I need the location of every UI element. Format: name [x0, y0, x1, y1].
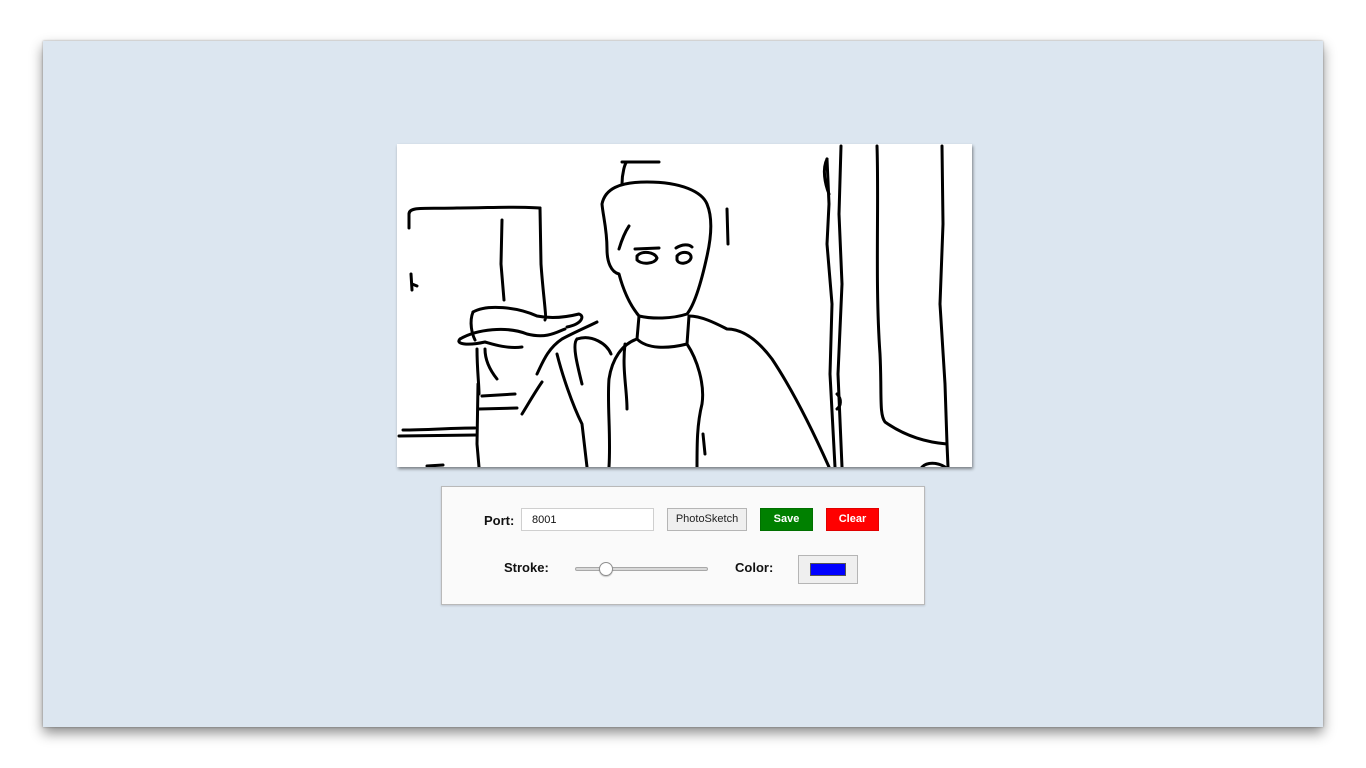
port-label: Port:: [484, 513, 515, 528]
sketch-canvas[interactable]: [397, 144, 972, 467]
sketch-drawing: [397, 144, 950, 467]
color-picker[interactable]: [798, 555, 858, 584]
color-label: Color:: [735, 560, 774, 575]
save-button[interactable]: Save: [760, 508, 813, 531]
clear-button[interactable]: Clear: [826, 508, 879, 531]
port-input[interactable]: [521, 508, 654, 531]
photosketch-button[interactable]: PhotoSketch: [667, 508, 747, 531]
color-swatch: [810, 563, 846, 576]
control-panel: Port: PhotoSketch Save Clear Stroke: Col…: [441, 486, 925, 605]
stroke-label: Stroke:: [504, 560, 549, 575]
app-window: Port: PhotoSketch Save Clear Stroke: Col…: [43, 41, 1323, 727]
stroke-slider-thumb[interactable]: [598, 562, 613, 576]
stroke-slider-track: [575, 567, 708, 571]
stroke-slider[interactable]: [575, 561, 708, 577]
